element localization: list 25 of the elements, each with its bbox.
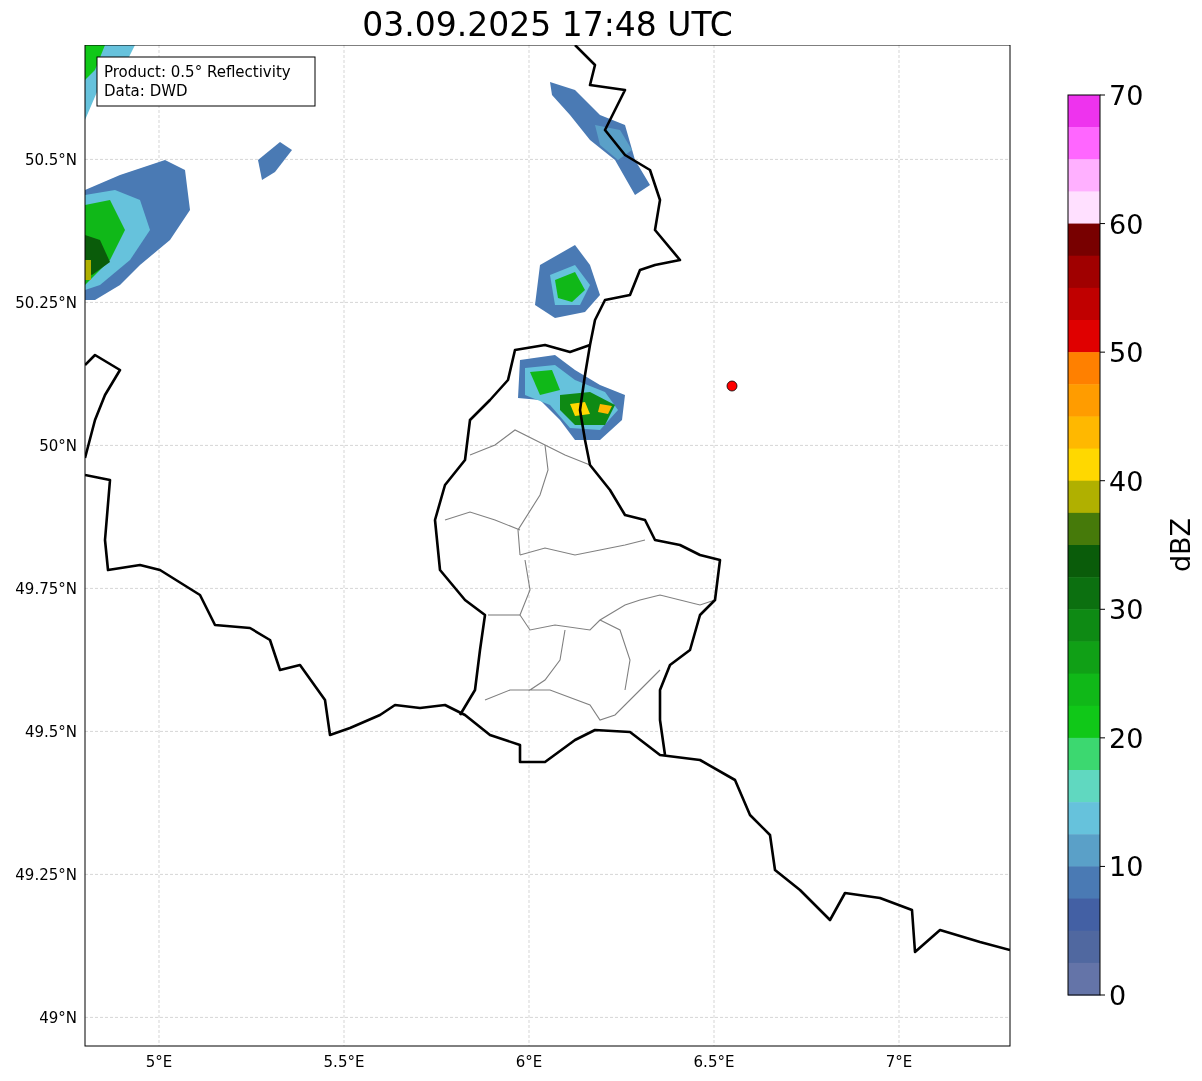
info-text: Data: DWD [104,82,188,100]
axis-tick-label: 49°N [39,1009,77,1028]
axis-tick-label: 50.5°N [24,151,77,170]
colorbar-tick-label: 50 [1109,337,1144,369]
colorbar-label: dBZ [1165,517,1196,573]
colorbar-tick-label: 10 [1109,851,1144,883]
chart-title: 03.09.2025 17:48 UTC [361,4,734,45]
colorbar-tick-label: 60 [1109,208,1144,240]
axis-tick-label: 49.75°N [15,580,77,599]
colorbar-tick-label: 40 [1109,465,1144,497]
colorbar-tick-label: 70 [1109,80,1144,111]
axis-tick-label: 50.25°N [15,294,77,313]
location-dot [726,380,738,392]
axis-tick-label: 7°E [885,1053,913,1071]
colorbar-tick-label: 30 [1109,594,1144,626]
axis-tick-label: 50°N [39,437,77,456]
axis-tick-label: 49.25°N [15,866,77,885]
colorbar-tick-label: 0 [1109,980,1127,1011]
axis-tick-label: 6.5°E [693,1053,735,1071]
axis-tick-label: 6°E [515,1053,543,1071]
axis-tick-label: 5°E [145,1053,173,1071]
info-text: Product: 0.5° Reflectivity [104,63,291,81]
axis-tick-label: 5.5°E [323,1053,365,1071]
axis-tick-label: 49.5°N [24,723,77,742]
colorbar-tick-label: 20 [1109,722,1144,754]
